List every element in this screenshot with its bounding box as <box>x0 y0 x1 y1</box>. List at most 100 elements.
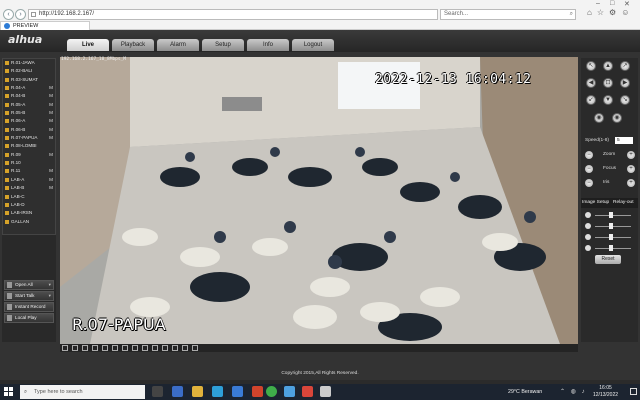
layout-9-icon[interactable] <box>102 345 108 351</box>
ptz-right-icon[interactable]: ▶ <box>620 78 630 88</box>
stream-type-icon[interactable] <box>192 345 198 351</box>
task-view-icon[interactable] <box>152 386 163 397</box>
tab-alarm[interactable]: Alarm <box>157 39 199 51</box>
tab-setup[interactable]: Setup <box>202 39 244 51</box>
focus-out-button[interactable]: − <box>585 165 593 173</box>
windows-start-icon[interactable] <box>4 387 14 397</box>
slider-knob[interactable] <box>609 223 613 229</box>
layout-1-icon[interactable] <box>72 345 78 351</box>
taskbar-clock[interactable]: 16:05 12/13/2022 <box>593 385 618 399</box>
channel-item[interactable]: LAB-D <box>3 201 55 209</box>
channel-item[interactable]: R.09 M <box>3 151 55 159</box>
ptz-down-icon[interactable]: ▼ <box>603 95 613 105</box>
saturation-slider[interactable] <box>585 233 635 242</box>
chevron-down-icon[interactable]: ▾ <box>49 281 51 289</box>
store-icon[interactable] <box>232 386 243 397</box>
focus-in-button[interactable]: + <box>627 165 635 173</box>
channel-item[interactable]: LAB-C <box>3 193 55 201</box>
fullscreen-icon[interactable] <box>62 345 68 351</box>
channel-item[interactable]: LAB-IRSN <box>3 209 55 217</box>
ptz-left-icon[interactable]: ◀ <box>586 78 596 88</box>
channel-item[interactable]: LAB-A M <box>3 176 55 184</box>
channel-item[interactable]: R.02-BALI <box>3 67 55 75</box>
tab-info[interactable]: Info <box>247 39 289 51</box>
relay-out-tab[interactable]: Relay-out <box>613 198 634 208</box>
channel-item[interactable]: GALLAN <box>3 218 55 226</box>
home-icon[interactable]: ⌂ <box>587 8 597 17</box>
taskbar-search-input[interactable]: ⌕ Type here to search <box>20 385 145 399</box>
app-icon[interactable] <box>302 386 313 397</box>
zoom-out-button[interactable]: − <box>585 151 593 159</box>
channel-list[interactable]: R.01-JAWA R.02-BALI R.03-SUMAT R.04-A M R… <box>2 58 56 235</box>
speed-select[interactable]: 5 <box>615 137 633 144</box>
channel-item[interactable]: R.11 M <box>3 167 55 175</box>
local-play-button[interactable]: Local Play <box>4 313 54 323</box>
channel-item[interactable]: R.01-JAWA <box>3 59 55 67</box>
minimize-icon[interactable]: – <box>596 0 600 7</box>
app-icon[interactable] <box>252 386 263 397</box>
ptz-mode-icon[interactable]: ◉ <box>612 113 622 123</box>
channel-item[interactable]: R.04-A M <box>3 84 55 92</box>
image-setup-tab[interactable]: Image Setup <box>582 198 609 208</box>
smiley-icon[interactable]: ☺ <box>621 8 634 17</box>
channel-item[interactable]: R.03-SUMAT <box>3 76 55 84</box>
channel-item[interactable]: R.05-B M <box>3 109 55 117</box>
ptz-3d-icon[interactable]: ◉ <box>594 113 604 123</box>
layout-8-icon[interactable] <box>92 345 98 351</box>
layout-4-icon[interactable] <box>82 345 88 351</box>
ptz-up-icon[interactable]: ▲ <box>603 61 613 71</box>
hue-slider[interactable] <box>585 244 635 253</box>
gear-icon[interactable]: ⚙ <box>609 8 621 17</box>
brightness-slider[interactable] <box>585 211 635 220</box>
close-icon[interactable]: ✕ <box>624 0 630 8</box>
channel-item[interactable]: R.10 <box>3 159 55 167</box>
chevron-down-icon[interactable]: ▾ <box>49 292 51 300</box>
chrome-icon[interactable] <box>266 386 277 397</box>
layout-36-icon[interactable] <box>132 345 138 351</box>
ptz-up-left-icon[interactable]: ↖ <box>586 61 596 71</box>
edge-icon[interactable] <box>212 386 223 397</box>
channel-item[interactable]: R.04-B M <box>3 92 55 100</box>
channel-item[interactable]: R.07-PAPUA M <box>3 134 55 142</box>
search-icon[interactable]: ⌕ <box>570 10 573 19</box>
layout-16-icon[interactable] <box>112 345 118 351</box>
ptz-center-icon[interactable]: ⊡ <box>603 78 613 88</box>
iris-close-button[interactable]: − <box>585 179 593 187</box>
ptz-up-right-icon[interactable]: ↗ <box>620 61 630 71</box>
app-icon[interactable] <box>320 386 331 397</box>
open-all-button[interactable]: Open All ▾ <box>4 280 54 290</box>
zoom-icon[interactable] <box>162 345 168 351</box>
maximize-icon[interactable]: □ <box>610 0 614 7</box>
tab-logout[interactable]: Logout <box>292 39 334 51</box>
slider-knob[interactable] <box>609 212 613 218</box>
contrast-slider[interactable] <box>585 222 635 231</box>
star-icon[interactable]: ☆ <box>597 8 609 17</box>
tab-playback[interactable]: Playback <box>112 39 154 51</box>
start-talk-button[interactable]: Start Talk ▾ <box>4 291 54 301</box>
notification-icon[interactable] <box>630 388 637 395</box>
channel-item[interactable]: R.05-A M <box>3 101 55 109</box>
forward-icon[interactable]: › <box>15 9 26 20</box>
browser-search-input[interactable]: Search... ⌕ <box>440 9 576 20</box>
app-icon[interactable] <box>172 386 183 397</box>
record-toggle-icon[interactable] <box>152 345 158 351</box>
zoom-in-button[interactable]: + <box>627 151 635 159</box>
reset-button[interactable]: Reset <box>595 255 621 264</box>
instant-record-button[interactable]: Instant Record <box>4 302 54 312</box>
channel-item[interactable]: R.08-LOMBI <box>3 142 55 150</box>
app-icon[interactable] <box>284 386 295 397</box>
iris-open-button[interactable]: + <box>627 179 635 187</box>
system-tray-icons[interactable]: ⌃ ◍ ♪ <box>560 388 587 395</box>
ptz-down-left-icon[interactable]: ↙ <box>586 95 596 105</box>
channel-item[interactable]: R.06-A M <box>3 117 55 125</box>
audio-icon[interactable] <box>172 345 178 351</box>
channel-item[interactable]: LAB-B M <box>3 184 55 192</box>
back-icon[interactable]: ‹ <box>3 9 14 20</box>
layout-25-icon[interactable] <box>122 345 128 351</box>
channel-item[interactable]: R.06-B M <box>3 126 55 134</box>
file-explorer-icon[interactable] <box>192 386 203 397</box>
snapshot-icon[interactable] <box>142 345 148 351</box>
live-video-view[interactable] <box>60 57 578 344</box>
slider-knob[interactable] <box>609 234 613 240</box>
browser-tab[interactable]: PREVIEW <box>0 21 90 30</box>
